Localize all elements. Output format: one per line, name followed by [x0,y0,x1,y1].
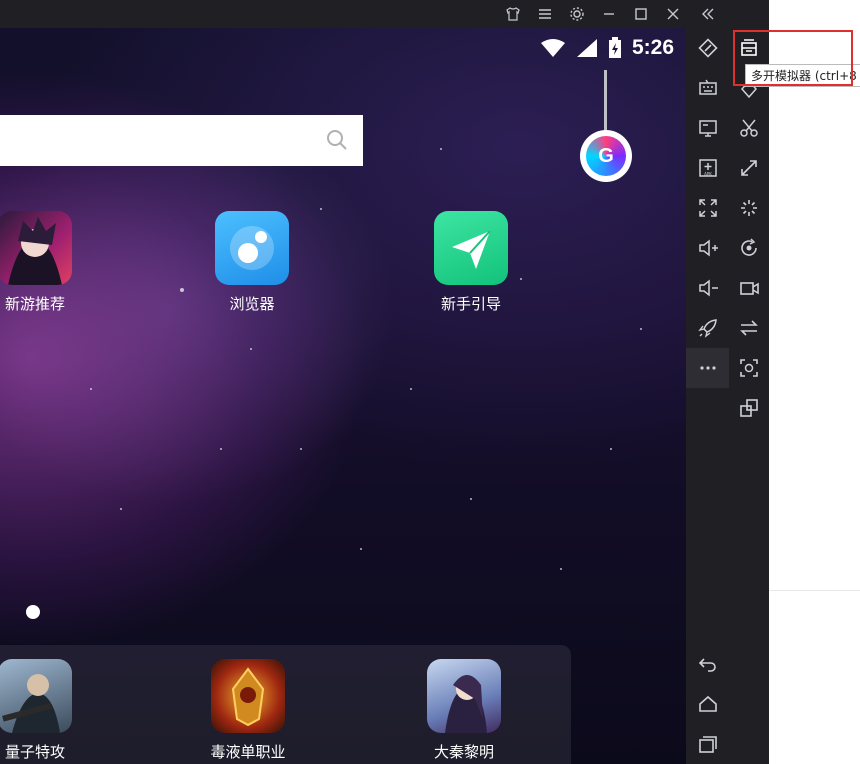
wifi-icon [540,39,565,57]
scissors-icon[interactable] [729,108,769,148]
status-time: 5:26 [631,36,674,59]
skin-icon[interactable] [497,0,529,28]
app-qin-dawn[interactable]: 大秦黎明 [404,659,524,762]
app-venom[interactable]: 毒液单职业 [188,659,308,762]
multi-window-icon[interactable] [729,388,769,428]
app-label: 量子特攻 [4,743,65,761]
apk-install-icon[interactable]: APK [686,148,729,188]
quantum-strike-icon [0,659,72,733]
record-icon[interactable] [729,268,769,308]
volume-up-icon[interactable] [686,228,729,268]
swap-icon[interactable] [729,308,769,348]
emulator-screen[interactable]: 5:26 新游推荐 浏览器 新手引导 量子特攻 毒液单职业 大秦黎明 G [0,28,686,764]
app-browser[interactable]: 浏览器 [192,211,312,314]
app-label: 新手引导 [440,295,501,313]
battery-charging-icon [608,37,621,58]
app-beginner-guide[interactable]: 新手引导 [411,211,531,314]
minimize-icon[interactable] [593,0,625,28]
title-bar [0,0,729,28]
volume-down-icon[interactable] [686,268,729,308]
sync-icon[interactable] [729,228,769,268]
browser-icon [215,211,289,285]
divider [769,590,860,591]
qin-dawn-icon [427,659,501,733]
fullscreen-icon[interactable] [686,188,729,228]
page-indicator[interactable] [26,605,40,619]
search-bar[interactable] [0,115,363,166]
resize-icon[interactable] [729,148,769,188]
menu-icon[interactable] [529,0,561,28]
screen-icon[interactable] [686,108,729,148]
maximize-icon[interactable] [625,0,657,28]
app-new-games[interactable]: 新游推荐 [0,211,95,314]
app-label: 新游推荐 [4,295,65,313]
loading-icon[interactable] [729,188,769,228]
float-ball-logo-icon: G [586,136,626,176]
float-ball-string [604,70,607,132]
emulator-toolbar: APK [686,28,729,764]
home-icon[interactable] [686,684,729,724]
search-icon[interactable] [325,128,349,152]
rotate-icon[interactable] [686,28,729,68]
venom-icon [211,659,285,733]
svg-text:APK: APK [704,172,712,177]
app-label: 大秦黎明 [433,743,494,761]
rocket-icon[interactable] [686,308,729,348]
app-label: 毒液单职业 [210,743,286,761]
highlight-box [733,30,853,86]
collapse-icon[interactable] [692,0,724,28]
beginner-guide-icon [434,211,508,285]
more-icon[interactable] [686,348,729,388]
settings-icon[interactable] [561,0,593,28]
screenshot-icon[interactable] [729,348,769,388]
app-quantum-strike[interactable]: 量子特攻 [0,659,95,762]
app-label: 浏览器 [229,295,275,313]
float-ball[interactable]: G [580,130,632,182]
signal-icon [576,39,597,57]
status-bar: 5:26 [540,36,674,60]
back-icon[interactable] [686,644,729,684]
expanded-toolbar [729,0,769,764]
recents-icon[interactable] [686,724,729,764]
new-games-icon [0,211,72,285]
keyboard-icon[interactable] [686,68,729,108]
desktop-background [769,0,860,764]
close-icon[interactable] [657,0,689,28]
